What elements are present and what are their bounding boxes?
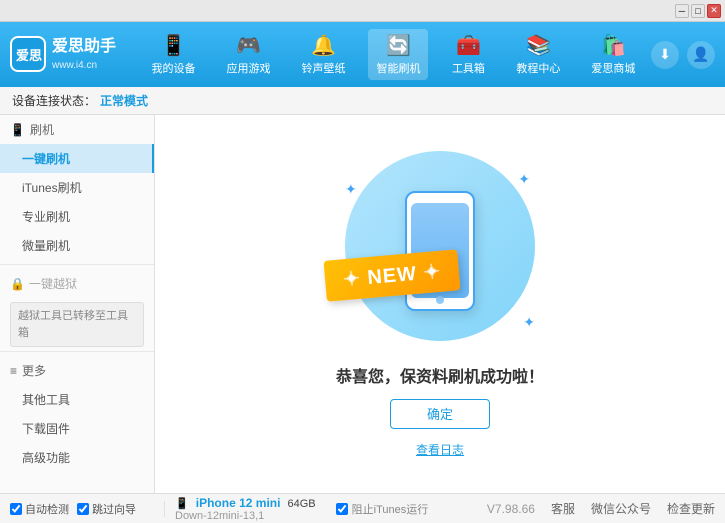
nav-ringtone-label: 铃声壁纸 <box>301 60 345 76</box>
statusbar: 设备连接状态： 正常模式 <box>0 87 725 115</box>
sidebar-item-advanced[interactable]: 高级功能 <box>0 443 154 472</box>
nav-tutorial[interactable]: 📚 教程中心 <box>508 29 568 80</box>
nav-my-device[interactable]: 📱 我的设备 <box>144 29 204 80</box>
sidebar-divider-2 <box>0 351 154 352</box>
close-button[interactable]: ✕ <box>707 4 721 18</box>
device-name: iPhone 12 mini <box>196 496 281 510</box>
itunes-checkbox[interactable] <box>336 503 348 515</box>
auto-connect-label: 自动检测 <box>25 501 69 517</box>
bottombar: 自动检测 跳过向导 📱 iPhone 12 mini 64GB Down-12m… <box>0 493 725 523</box>
logo: 爱思 爱思助手 www.i4.cn <box>10 36 116 72</box>
titlebar: ─ □ ✕ <box>0 0 725 22</box>
maximize-button[interactable]: □ <box>691 4 705 18</box>
nav-toolbox-label: 工具箱 <box>452 60 485 76</box>
sparkle-icon-1: ✦ <box>518 171 530 188</box>
success-message: 恭喜您，保资料刷机成功啦！ <box>336 363 544 387</box>
content: ✦ NEW ✦ ✦ ✦ ✦ 恭喜您，保资料刷机成功啦！ 确定 查看日志 <box>155 115 725 493</box>
skip-wizard-checkbox[interactable]: 跳过向导 <box>77 501 136 517</box>
more-label: 更多 <box>22 362 46 379</box>
sidebar-item-one-click-flash[interactable]: 一键刷机 <box>0 144 154 173</box>
sidebar: 📱 刷机 一键刷机 iTunes刷机 专业刷机 微量刷机 🔒 一键越狱 越狱工具… <box>0 115 155 493</box>
device-icon-small: 📱 <box>175 498 189 510</box>
flash-section-icon: 📱 <box>10 123 25 137</box>
sidebar-notice: 越狱工具已转移至工具箱 <box>10 302 144 347</box>
skip-wizard-input[interactable] <box>77 503 89 515</box>
version-label: V7.98.66 <box>487 502 535 516</box>
nav-toolbox[interactable]: 🧰 工具箱 <box>443 29 493 80</box>
new-badge: ✦ NEW ✦ <box>325 255 459 296</box>
sidebar-item-other-tools[interactable]: 其他工具 <box>0 385 154 414</box>
lock-icon: 🔒 <box>10 277 25 291</box>
device-info: 📱 iPhone 12 mini 64GB Down-12mini-13,1 <box>165 496 326 522</box>
header: 爱思 爱思助手 www.i4.cn 📱 我的设备 🎮 应用游戏 🔔 铃声壁纸 🔄… <box>0 22 725 87</box>
svg-text:爱思: 爱思 <box>16 48 42 63</box>
device-storage: 64GB <box>288 498 316 510</box>
check-update-link[interactable]: 检查更新 <box>667 500 715 517</box>
app-game-icon: 🎮 <box>236 33 261 58</box>
ringtone-icon: 🔔 <box>311 33 336 58</box>
sidebar-item-micro-flash[interactable]: 微量刷机 <box>0 231 154 260</box>
mall-icon: 🛍️ <box>601 33 626 58</box>
sparkle-icon-3: ✦ <box>523 314 535 331</box>
nav-mall[interactable]: 🛍️ 爱思商城 <box>583 29 643 80</box>
nav-app-game[interactable]: 🎮 应用游戏 <box>218 29 278 80</box>
logo-icon: 爱思 <box>10 36 46 72</box>
nav-smart-flash-label: 智能刷机 <box>376 60 420 76</box>
auto-connect-checkbox[interactable]: 自动检测 <box>10 501 69 517</box>
itunes-status: 阻止iTunes运行 <box>326 501 429 517</box>
skip-wizard-label: 跳过向导 <box>92 501 136 517</box>
nav-smart-flash[interactable]: 🔄 智能刷机 <box>368 29 428 80</box>
confirm-button[interactable]: 确定 <box>390 399 490 429</box>
toolbox-icon: 🧰 <box>456 33 481 58</box>
status-value: 正常模式 <box>100 92 148 109</box>
bottom-main: 📱 iPhone 12 mini 64GB Down-12mini-13,1 阻… <box>165 496 487 522</box>
jailbreak-section-header: 🔒 一键越狱 <box>0 269 154 298</box>
content-inner: ✦ NEW ✦ ✦ ✦ ✦ 恭喜您，保资料刷机成功啦！ 确定 查看日志 <box>336 151 544 458</box>
nav-tutorial-label: 教程中心 <box>516 60 560 76</box>
nav-app-game-label: 应用游戏 <box>226 60 270 76</box>
smart-flash-icon: 🔄 <box>386 33 411 58</box>
bottom-right: V7.98.66 客服 微信公众号 检查更新 <box>487 500 715 517</box>
flash-section-header: 📱 刷机 <box>0 115 154 144</box>
status-label: 设备连接状态： <box>12 92 96 109</box>
itunes-status-label: 阻止iTunes运行 <box>352 501 429 517</box>
more-section-header: ≡ 更多 <box>0 356 154 385</box>
sidebar-item-itunes-flash[interactable]: iTunes刷机 <box>0 173 154 202</box>
download-button[interactable]: ⬇ <box>651 41 679 69</box>
sidebar-divider-1 <box>0 264 154 265</box>
logo-text: 爱思助手 www.i4.cn <box>52 36 116 72</box>
nav-bar: 📱 我的设备 🎮 应用游戏 🔔 铃声壁纸 🔄 智能刷机 🧰 工具箱 📚 教程中心… <box>136 29 651 80</box>
jailbreak-label: 一键越狱 <box>29 275 77 292</box>
header-right: ⬇ 👤 <box>651 41 715 69</box>
user-button[interactable]: 👤 <box>687 41 715 69</box>
customer-service-link[interactable]: 客服 <box>551 500 575 517</box>
flash-section-label: 刷机 <box>30 121 54 138</box>
more-icon: ≡ <box>10 364 17 378</box>
device-model: Down-12mini-13,1 <box>175 510 264 522</box>
sidebar-item-download-firmware[interactable]: 下载固件 <box>0 414 154 443</box>
minimize-button[interactable]: ─ <box>675 4 689 18</box>
nav-my-device-label: 我的设备 <box>152 60 196 76</box>
nav-ringtone[interactable]: 🔔 铃声壁纸 <box>293 29 353 80</box>
nav-mall-label: 爱思商城 <box>591 60 635 76</box>
main-layout: 📱 刷机 一键刷机 iTunes刷机 专业刷机 微量刷机 🔒 一键越狱 越狱工具… <box>0 115 725 493</box>
new-ribbon-text: ✦ NEW ✦ <box>323 249 460 302</box>
phone-home-button <box>436 296 444 304</box>
device-icon: 📱 <box>161 33 186 58</box>
tutorial-icon: 📚 <box>526 33 551 58</box>
bottom-left: 自动检测 跳过向导 <box>10 501 165 517</box>
query-log-link[interactable]: 查看日志 <box>416 441 464 458</box>
sparkle-icon-2: ✦ <box>345 181 357 198</box>
sidebar-item-pro-flash[interactable]: 专业刷机 <box>0 202 154 231</box>
auto-connect-input[interactable] <box>10 503 22 515</box>
wechat-link[interactable]: 微信公众号 <box>591 500 651 517</box>
phone-illustration: ✦ NEW ✦ ✦ ✦ ✦ <box>340 151 540 351</box>
